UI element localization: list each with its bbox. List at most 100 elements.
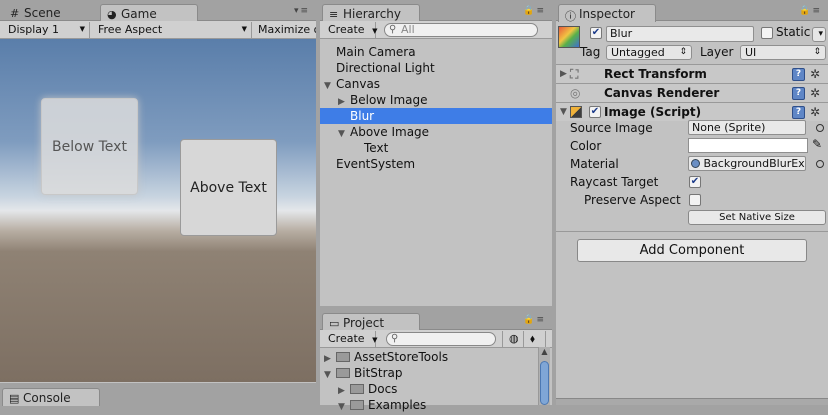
rect-transform-icon: ⛶ xyxy=(570,67,579,81)
preserve-aspect-label: Preserve Aspect xyxy=(584,193,681,207)
raycast-checkbox[interactable]: ✔ xyxy=(689,176,701,188)
expand-triangle-icon[interactable]: ▼ xyxy=(338,399,350,415)
hierarchy-item[interactable]: Main Camera xyxy=(320,44,552,60)
dropdown-arrows-icon: ⇕ xyxy=(679,47,687,57)
project-folder-label: BitStrap xyxy=(354,366,403,380)
create-dropdown[interactable]: Create ▼ xyxy=(322,22,378,38)
rect-transform-header[interactable]: ▶ ⛶ Rect Transform ? ✲ xyxy=(556,64,828,83)
lock-menu-icon[interactable]: 🔒≡ xyxy=(799,6,822,16)
inspector-bottom-bar xyxy=(556,398,828,405)
source-image-value: None (Sprite) xyxy=(692,121,766,134)
create-label: Create xyxy=(328,23,365,36)
object-picker-icon[interactable] xyxy=(816,124,824,132)
static-checkbox[interactable] xyxy=(761,27,773,39)
project-search-input[interactable]: ⚲ xyxy=(386,332,496,346)
help-icon[interactable]: ? xyxy=(792,68,805,81)
search-icon: ⚲ xyxy=(389,24,397,35)
tab-scene[interactable]: # Scene xyxy=(4,4,69,22)
material-sphere-icon xyxy=(691,159,700,168)
hierarchy-item[interactable]: EventSystem xyxy=(320,156,552,172)
panel-splitter[interactable] xyxy=(316,0,320,405)
hierarchy-item-selected[interactable]: Blur xyxy=(320,108,552,124)
hierarchy-item-label: Blur xyxy=(350,109,375,123)
console-icon: ▤ xyxy=(9,392,20,405)
tab-console-label: Console xyxy=(23,391,71,405)
inspector-tabbar: ⓘ Inspector 🔒≡ xyxy=(556,0,828,23)
tag-dropdown[interactable]: Untagged ⇕ xyxy=(606,45,692,60)
lock-menu-icon[interactable]: 🔒≡ xyxy=(523,315,546,325)
hierarchy-tabbar: ≡ Hierarchy 🔒≡ xyxy=(320,0,552,22)
hierarchy-search-input[interactable]: ⚲ All xyxy=(384,23,538,37)
project-folder[interactable]: ▼ BitStrap xyxy=(320,365,552,381)
create-dropdown[interactable]: Create ▼ xyxy=(322,331,377,347)
gameobject-cube-icon xyxy=(558,26,580,48)
project-folder-label: AssetStoreTools xyxy=(354,350,449,364)
tab-inspector[interactable]: ⓘ Inspector xyxy=(558,4,656,23)
static-label: Static xyxy=(776,25,811,39)
aspect-dropdown[interactable]: Free Aspect ▼ xyxy=(92,22,252,38)
color-swatch[interactable] xyxy=(688,138,808,153)
lock-menu-icon[interactable]: 🔒≡ xyxy=(523,6,546,16)
info-icon: ⓘ xyxy=(565,10,576,23)
color-label: Color xyxy=(570,139,602,153)
active-checkbox[interactable]: ✔ xyxy=(590,27,602,39)
maximize-on-play-toggle[interactable]: Maximize on xyxy=(252,22,316,38)
project-panel: ▭ Project 🔒≡ Create ▼ ⚲ ◍ ⬧ ▶ AssetStoreT… xyxy=(320,309,552,412)
source-image-label: Source Image xyxy=(570,121,653,135)
tab-project[interactable]: ▭ Project xyxy=(322,313,420,331)
canvas-renderer-title: Canvas Renderer xyxy=(604,86,720,100)
project-folder-label: Examples xyxy=(368,398,427,412)
add-component-button[interactable]: Add Component xyxy=(577,239,807,262)
scene-grid-icon: # xyxy=(10,7,20,20)
filter-type-button[interactable]: ◍ xyxy=(502,331,524,347)
component-divider xyxy=(556,231,828,232)
filter-label-button[interactable]: ⬧ xyxy=(524,331,546,347)
source-image-field[interactable]: None (Sprite) xyxy=(688,120,806,135)
object-name-value: Blur xyxy=(610,27,633,40)
static-dropdown-icon[interactable]: ▾ xyxy=(812,27,826,42)
scroll-up-arrow-icon[interactable]: ▲ xyxy=(539,347,550,356)
hierarchy-item[interactable]: Directional Light xyxy=(320,60,552,76)
eyedropper-icon[interactable]: ✎ xyxy=(812,137,822,151)
chevron-down-icon: ▼ xyxy=(372,27,378,35)
layer-dropdown[interactable]: UI ⇕ xyxy=(740,45,826,60)
help-icon[interactable]: ? xyxy=(792,87,805,100)
project-scrollbar[interactable]: ▲ xyxy=(538,347,550,405)
project-folder[interactable]: ▶ AssetStoreTools xyxy=(320,349,552,365)
collapsed-triangle-icon[interactable]: ▶ xyxy=(560,65,567,83)
image-enabled-checkbox[interactable]: ✔ xyxy=(589,106,601,118)
console-panel: ▤ Console xyxy=(0,383,316,406)
tab-hierarchy[interactable]: ≡ Hierarchy xyxy=(322,4,420,22)
object-name-input[interactable]: Blur xyxy=(606,26,754,42)
gear-icon[interactable]: ✲ xyxy=(810,65,820,83)
panel-splitter[interactable] xyxy=(552,0,556,405)
hierarchy-item[interactable]: ▼ Canvas xyxy=(320,76,552,92)
tab-game[interactable]: ◕ Game xyxy=(100,4,198,22)
hierarchy-item-label: Text xyxy=(364,141,389,155)
hierarchy-item[interactable]: ▶ Below Image xyxy=(320,92,552,108)
game-pacman-icon: ◕ xyxy=(107,8,117,21)
tab-console[interactable]: ▤ Console xyxy=(2,388,100,406)
inspector-panel: ⓘ Inspector 🔒≡ ✔ Blur Static ▾ Tag Untag… xyxy=(556,0,828,405)
project-folder[interactable]: ▼ Examples xyxy=(320,397,552,413)
preserve-aspect-checkbox[interactable] xyxy=(689,194,701,206)
material-field[interactable]: BackgroundBlurEx xyxy=(688,156,806,171)
display-dropdown[interactable]: Display 1 ▼ xyxy=(2,22,90,38)
canvas-renderer-header[interactable]: ◎ Canvas Renderer ? ✲ xyxy=(556,83,828,102)
set-native-size-button[interactable]: Set Native Size xyxy=(688,210,826,225)
scrollbar-thumb[interactable] xyxy=(540,361,549,405)
hierarchy-item-label: EventSystem xyxy=(336,157,416,171)
game-viewport[interactable]: Below Text Above Text xyxy=(0,39,316,382)
panel-menu-icon[interactable]: ▾≡ xyxy=(294,6,310,16)
hierarchy-item[interactable]: ▼ Above Image xyxy=(320,124,552,140)
gear-icon[interactable]: ✲ xyxy=(810,84,820,102)
project-folder[interactable]: ▶ Docs xyxy=(320,381,552,397)
layer-value: UI xyxy=(745,46,757,59)
raycast-label: Raycast Target xyxy=(570,175,659,189)
folder-icon xyxy=(336,352,350,362)
hierarchy-item[interactable]: Text xyxy=(320,140,552,156)
folder-icon xyxy=(350,384,364,394)
object-picker-icon[interactable] xyxy=(816,160,824,168)
hierarchy-toolbar: Create ▼ ⚲ All xyxy=(320,21,552,39)
help-icon[interactable]: ? xyxy=(792,106,805,119)
